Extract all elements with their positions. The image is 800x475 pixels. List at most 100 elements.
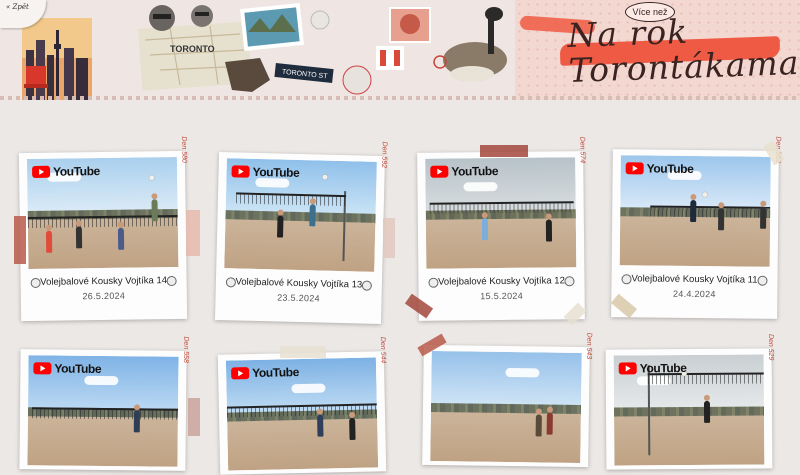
video-card[interactable]: YouTube Den 529 (605, 334, 774, 470)
thumbnail-cloud (291, 383, 326, 394)
player-figure (317, 414, 324, 437)
youtube-play-icon (32, 165, 51, 178)
washi-tape (280, 346, 326, 358)
thumbnail-sand (227, 417, 379, 471)
video-title[interactable]: Volejbalové Kousky Vojtíka 14 (21, 275, 187, 288)
player-figure (45, 230, 53, 253)
thumbnail-sand (27, 415, 178, 467)
player-figure (546, 412, 553, 435)
day-tag: Den 580 (179, 136, 187, 163)
toronto-collage-image: TORONTO TORONTO ST (22, 2, 507, 100)
player-figure (151, 199, 158, 222)
youtube-play-icon (33, 362, 52, 375)
player-figure (760, 206, 767, 229)
youtube-logo: YouTube (430, 164, 498, 179)
video-thumbnail[interactable]: YouTube (425, 157, 577, 269)
site-header-banner: TORONTO TORONTO ST Na rok Torontákama Ví… (0, 0, 800, 100)
video-card[interactable]: YouTube Den 558 (19, 336, 189, 471)
video-card[interactable]: YouTubeDen 553Volejbalové Kousky Vojtíka… (611, 136, 781, 319)
player-figure (277, 215, 284, 238)
more-badge[interactable]: Více než (625, 2, 675, 22)
video-title[interactable]: Volejbalové Kousky Vojtíka 12 (418, 275, 584, 288)
video-thumbnail[interactable]: YouTube (225, 357, 379, 471)
youtube-play-icon (231, 367, 250, 380)
video-card[interactable]: YouTube Den 580 Volejbalové Kousky Vojtíka… (18, 136, 188, 322)
youtube-wordmark: YouTube (252, 164, 300, 180)
video-card[interactable]: YouTube Den 592 Volejbalové Kousky Vojtíka… (214, 141, 387, 325)
thumbnail-sand (430, 411, 581, 464)
volleyball-net (650, 205, 771, 218)
day-tag: Den 592 (379, 141, 388, 169)
player-figure (481, 218, 489, 241)
video-title[interactable]: Volejbalové Kousky Vojtíka 13 (216, 276, 382, 291)
video-date: 26.5.2024 (82, 290, 126, 302)
video-thumbnail[interactable]: YouTube (613, 354, 765, 466)
thumbnail-cloud (505, 367, 540, 378)
thumbnail-sand (619, 215, 771, 267)
youtube-play-icon (430, 165, 449, 178)
youtube-wordmark: YouTube (54, 361, 102, 376)
video-date: 15.5.2024 (480, 290, 524, 302)
youtube-logo: YouTube (618, 361, 687, 376)
video-card[interactable]: YouTube Den 574 Volejbalové Kousky Vojtíka… (417, 137, 585, 321)
video-thumbnail[interactable]: YouTube (26, 156, 179, 270)
day-tag: Den 574 (577, 136, 586, 164)
youtube-logo: YouTube (231, 365, 299, 380)
svg-text:TORONTO: TORONTO (170, 44, 215, 54)
volleyball (702, 192, 708, 198)
player-figure (690, 199, 697, 223)
player-figure (309, 204, 316, 227)
youtube-logo: YouTube (32, 164, 100, 179)
player-figure (545, 219, 553, 242)
washi-tape (480, 145, 528, 157)
washi-tape (186, 210, 200, 256)
page-title: Na rok Torontákama (567, 10, 800, 90)
video-thumbnail[interactable]: YouTube (619, 155, 771, 267)
video-date: 23.5.2024 (277, 292, 321, 304)
youtube-logo: YouTube (33, 361, 101, 376)
day-tag: Den 529 (766, 333, 774, 361)
day-tag: Den 558 (181, 336, 189, 363)
day-tag: Den 543 (584, 332, 593, 360)
volleyball-net (31, 407, 179, 420)
volleyball-net (429, 201, 574, 214)
video-card[interactable]: YouTube Den 544 (217, 337, 387, 475)
youtube-play-icon (618, 362, 637, 375)
player-figure (535, 414, 542, 437)
player-figure (349, 417, 356, 441)
youtube-logo: YouTube (625, 161, 694, 176)
video-title[interactable]: Volejbalové Kousky Vojtíka 11 (611, 273, 777, 286)
youtube-wordmark: YouTube (646, 161, 694, 176)
youtube-play-icon (625, 162, 644, 175)
day-tag: Den 544 (378, 336, 386, 364)
washi-tape (383, 218, 395, 258)
player-figure (703, 400, 711, 423)
title-line-2: Torontákama (568, 42, 800, 90)
header-divider (0, 96, 800, 100)
video-thumbnail[interactable] (430, 350, 582, 464)
volleyball (322, 174, 328, 180)
youtube-logo: YouTube (231, 164, 300, 180)
player-figure (75, 226, 83, 249)
video-thumbnail[interactable]: YouTube (224, 158, 377, 272)
thumbnail-sand (224, 218, 376, 272)
washi-tape (188, 398, 200, 436)
player-figure (133, 410, 140, 433)
youtube-wordmark: YouTube (451, 164, 499, 179)
thumbnail-sand (614, 414, 765, 466)
volleyball (149, 175, 155, 181)
thumbnail-cloud (463, 182, 498, 192)
video-date: 24.4.2024 (672, 288, 716, 300)
youtube-wordmark: YouTube (52, 164, 100, 179)
youtube-wordmark: YouTube (639, 361, 687, 376)
back-link[interactable]: « Zpět (6, 3, 29, 11)
video-thumbnail[interactable]: YouTube (27, 355, 179, 467)
youtube-wordmark: YouTube (252, 365, 300, 381)
player-figure (117, 227, 125, 250)
washi-tape (14, 216, 26, 264)
youtube-play-icon (231, 165, 250, 178)
player-figure (718, 208, 725, 231)
thumbnail-sand (425, 217, 577, 269)
thumbnail-cloud (84, 375, 119, 386)
video-card[interactable]: Den 543 (422, 333, 592, 468)
